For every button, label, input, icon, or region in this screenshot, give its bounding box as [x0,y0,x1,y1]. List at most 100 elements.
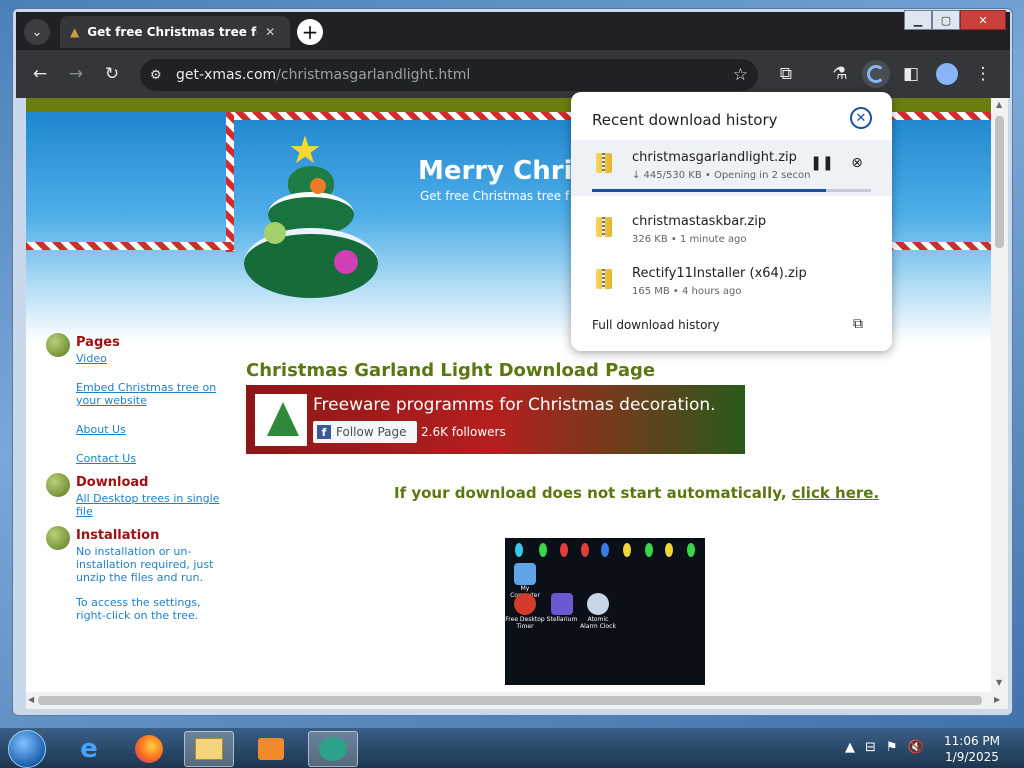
close-window-button[interactable]: ✕ [960,10,1006,30]
reload-icon[interactable]: ↻ [98,60,126,88]
close-popup-icon[interactable]: ✕ [850,107,872,129]
horizontal-scrollbar[interactable]: ◀ ▶ [26,692,1008,709]
media-player-icon[interactable] [246,731,296,767]
scroll-down-icon[interactable]: ▼ [996,678,1002,687]
profile-avatar-icon[interactable] [933,60,961,88]
site-info-icon[interactable]: ⚙ [150,68,162,83]
follow-page-label: Follow Page [336,425,407,439]
sidebar: Pages Video Embed Christmas tree on your… [46,333,226,634]
facebook-page-thumbnail [255,394,307,446]
scroll-right-icon[interactable]: ▶ [994,695,1000,704]
full-download-history-link[interactable]: Full download history [592,318,719,332]
sidebar-link-all-trees[interactable]: All Desktop trees in single file [76,492,226,518]
download-item[interactable]: christmasgarlandlight.zip ↓ 445/530 KB •… [571,140,892,196]
candy-border [226,112,234,252]
back-arrow-icon[interactable]: ← [26,60,54,88]
forward-arrow-icon[interactable]: → [62,60,90,88]
click-here-link[interactable]: click here. [792,484,879,502]
file-explorer-icon[interactable] [184,731,234,767]
scroll-up-icon[interactable]: ▲ [996,100,1002,109]
sidebar-section-installation: Installation No installation or un-insta… [46,526,226,622]
taskbar-clock[interactable]: 11:06 PM 1/9/2025 [940,733,1004,765]
followers-count: 2.6K followers [421,425,506,439]
app-icon-active[interactable] [308,731,358,767]
labs-flask-icon[interactable]: ⚗ [826,60,854,88]
action-center-flag-icon[interactable]: ⚑ [886,740,898,755]
timer-icon [514,593,536,615]
new-tab-button[interactable]: + [297,19,323,45]
xmas-tree-favicon-icon: ▲ [70,25,80,39]
scrollbar-thumb[interactable] [38,696,982,705]
internet-explorer-icon[interactable]: e [64,731,114,767]
vertical-scrollbar[interactable]: ▲ ▼ [991,98,1008,692]
desktop-icon-label: Stellarium [546,616,578,623]
scrollbar-thumb[interactable] [995,116,1004,248]
download-item[interactable]: Rectify11Installer (x64).zip 165 MB • 4 … [571,256,892,308]
tab-search-chevron-icon[interactable]: ⌄ [24,19,50,45]
sidebar-link-contact[interactable]: Contact Us [76,452,226,465]
zip-file-icon [596,269,612,289]
zip-file-icon [596,153,612,173]
garland-bulb [539,543,547,557]
notice-text: If your download does not start automati… [394,484,787,502]
facebook-icon: f [317,425,331,439]
download-notice: If your download does not start automati… [394,484,879,502]
minimize-button[interactable]: ▁ [904,10,932,30]
sidebar-heading: Pages [76,335,120,350]
open-external-icon[interactable]: ⧉ [853,316,863,332]
url-domain: get-xmas.com [176,67,277,83]
sidebar-link-embed[interactable]: Embed Christmas tree on your website [76,381,226,407]
firefox-icon[interactable] [124,731,174,767]
download-file-name: christmastaskbar.zip [632,214,767,229]
tab-title: Get free Christmas tree for your [87,25,257,39]
desktop-icon-label: Free Desktop Timer [505,616,545,630]
bookmark-star-icon[interactable]: ☆ [733,65,748,85]
download-status: 165 MB • 4 hours ago [632,286,742,297]
alarm-clock-icon [587,593,609,615]
address-bar[interactable]: ⚙ get-xmas.com/christmasgarlandlight.htm… [140,59,758,91]
url-path: /christmasgarlandlight.html [276,67,471,83]
tab-close-icon[interactable]: ✕ [265,25,275,39]
facebook-page-title[interactable]: Freeware programms for Christmas decorat… [313,395,716,415]
facebook-widget[interactable]: Freeware programms for Christmas decorat… [246,385,745,454]
start-button[interactable] [8,730,46,768]
download-status: ↓ 445/530 KB • Opening in 2 seconds... [632,170,810,181]
installation-text: To access the settings, right-click on t… [76,596,201,622]
download-file-name: Rectify11Installer (x64).zip [632,266,807,281]
sidebar-heading: Installation [76,528,160,543]
sidebar-link-video[interactable]: Video [76,352,226,365]
tray-expand-icon[interactable]: ▲ [845,740,855,755]
sidebar-link-about[interactable]: About Us [76,423,226,436]
my-computer-icon [514,563,536,585]
tab-active[interactable]: ▲ Get free Christmas tree for your ✕ [60,16,290,48]
ornament-icon [46,526,70,550]
sidebar-section-pages: Pages Video Embed Christmas tree on your… [46,333,226,465]
clock-time: 11:06 PM [944,734,1000,748]
sidebar-section-download: Download All Desktop trees in single fil… [46,473,226,518]
download-history-popup: Recent download history ✕ christmasgarla… [571,92,892,351]
downloads-progress-icon[interactable] [862,60,890,88]
side-panel-icon[interactable]: ◧ [897,60,925,88]
page-title: Christmas Garland Light Download Page [246,360,656,381]
zip-file-icon [596,217,612,237]
christmas-tree-logo: ★ [240,128,380,308]
follow-page-button[interactable]: f Follow Page [313,421,417,443]
network-icon[interactable]: ⊟ [865,740,876,755]
volume-muted-icon[interactable]: 🔇 [908,740,924,755]
clock-date: 1/9/2025 [945,750,999,764]
installation-text: No installation or un-installation requi… [76,545,214,584]
download-item[interactable]: christmastaskbar.zip 326 KB • 1 minute a… [571,204,892,256]
extensions-puzzle-icon[interactable]: ⧉ [772,60,800,88]
garland-bulb [645,543,653,557]
system-tray: ▲ ⊟ ⚑ 🔇 [845,740,924,755]
desktop-icon-label: Atomic Alarm Clock [580,616,616,630]
garland-bulb [515,543,523,557]
garland-bulb [560,543,568,557]
menu-dots-icon[interactable]: ⋮ [969,60,997,88]
pause-icon[interactable]: ❚❚ [810,153,833,173]
cancel-download-icon[interactable]: ⊗ [847,153,867,173]
sidebar-heading: Download [76,475,149,490]
garland-bulb [601,543,609,557]
scroll-left-icon[interactable]: ◀ [28,695,34,704]
maximize-button[interactable]: ▢ [932,10,960,30]
